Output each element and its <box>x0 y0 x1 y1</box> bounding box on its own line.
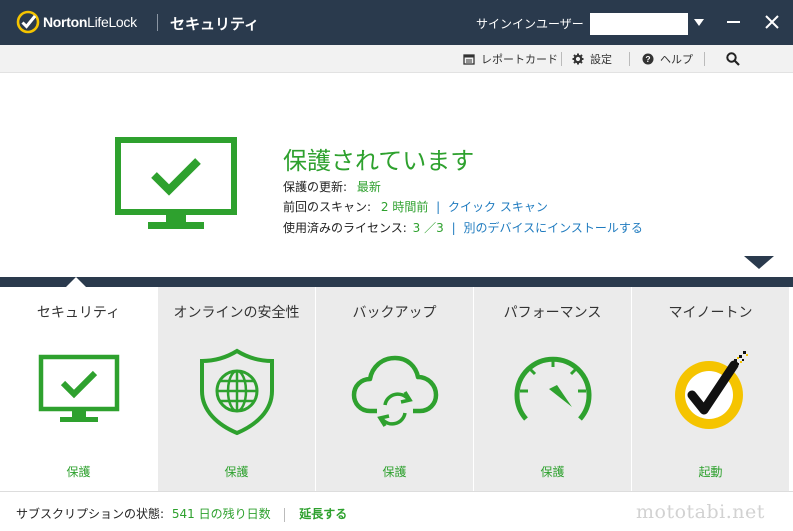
toolbar-divider <box>629 52 630 66</box>
expand-down-icon[interactable] <box>744 256 774 269</box>
subscription-label: サブスクリプションの状態: <box>16 507 165 521</box>
minimize-icon[interactable] <box>727 21 740 23</box>
footer-divider <box>284 507 286 522</box>
tile-status: 保護 <box>224 465 249 479</box>
svg-text:?: ? <box>645 54 650 64</box>
tile-backup[interactable]: バックアップ 保護 <box>315 287 473 491</box>
scan-value: 2 時間前 <box>380 200 429 214</box>
toolbar-divider <box>561 52 562 66</box>
tile-performance[interactable]: パフォーマンス 保護 <box>473 287 631 491</box>
quick-scan-link[interactable]: クイック スキャン <box>448 200 548 214</box>
settings-button[interactable]: 設定 <box>572 51 612 67</box>
separator: | <box>451 221 456 235</box>
norton-check-icon <box>16 10 40 34</box>
scan-label: 前回のスキャン: <box>283 200 372 214</box>
help-label: ヘルプ <box>660 53 693 66</box>
scan-status-line: 前回のスキャン: 2 時間前 | クイック スキャン <box>283 198 548 215</box>
license-status-line: 使用済みのライセンス: 3 ／3 | 別のデバイスにインストールする <box>283 219 643 236</box>
section-divider-strip <box>0 277 793 287</box>
days-remaining: 541 日の残り日数 <box>171 507 271 521</box>
signin-label: サインインユーザー <box>476 17 584 31</box>
monitor-check-icon <box>115 137 237 229</box>
cloud-sync-icon <box>351 355 438 427</box>
brand-light: LifeLock <box>87 14 137 30</box>
tile-status: 保護 <box>540 465 565 479</box>
status-title: 保護されています <box>283 147 475 175</box>
app-title: セキュリティ <box>170 15 260 33</box>
settings-label: 設定 <box>590 53 612 66</box>
speedometer-icon <box>514 356 591 421</box>
watermark: mototabi.net <box>636 501 765 523</box>
update-value: 最新 <box>356 180 381 194</box>
chevron-down-icon[interactable] <box>692 15 706 29</box>
brand-bold: Norton <box>43 14 88 30</box>
protection-status-panel: 保護されています 保護の更新: 最新 前回のスキャン: 2 時間前 | クイック… <box>0 73 793 277</box>
monitor-check-icon <box>38 354 119 422</box>
toolbar: レポートカード 設定 ? ヘルプ <box>0 45 793 73</box>
subscription-footer: サブスクリプションの状態: 541 日の残り日数 延長する mototabi.n… <box>0 491 793 531</box>
tile-status: 起動 <box>698 465 723 479</box>
tile-online-safety[interactable]: オンラインの安全性 保護 <box>157 287 315 491</box>
title-divider <box>157 14 158 31</box>
renew-link[interactable]: 延長する <box>299 507 347 521</box>
separator: | <box>436 200 441 214</box>
tile-status: 保護 <box>66 465 91 479</box>
shield-globe-icon <box>199 348 274 436</box>
tile-title: セキュリティ <box>36 305 121 321</box>
help-icon: ? <box>642 53 654 65</box>
tile-my-norton[interactable]: マイノートン 起動 <box>631 287 789 491</box>
norton-logo: NortonLifeLock <box>16 10 137 34</box>
help-button[interactable]: ? ヘルプ <box>642 51 693 67</box>
tile-title: マイノートン <box>668 305 753 321</box>
license-value: 3 ／3 <box>412 221 444 235</box>
feature-tiles: セキュリティ 保護 オンラインの安全性 保護 バックアップ 保護 パフォーマンス… <box>0 287 793 491</box>
calendar-icon <box>463 54 475 65</box>
gear-icon <box>572 53 584 65</box>
brand-name: NortonLifeLock <box>43 14 137 30</box>
search-icon[interactable] <box>726 52 740 66</box>
report-card-button[interactable]: レポートカード <box>463 51 558 67</box>
update-label: 保護の更新: <box>283 180 348 194</box>
title-bar: NortonLifeLock セキュリティ サインインユーザー <box>0 0 793 45</box>
close-icon[interactable] <box>764 14 780 30</box>
tile-title: パフォーマンス <box>503 305 602 321</box>
tile-title: バックアップ <box>352 305 437 321</box>
tile-title: オンラインの安全性 <box>173 305 300 321</box>
toolbar-divider <box>704 52 705 66</box>
subscription-status: サブスクリプションの状態: 541 日の残り日数 延長する <box>16 505 347 522</box>
norton-seal-icon <box>674 351 748 429</box>
update-status-line: 保護の更新: 最新 <box>283 178 381 195</box>
tile-security[interactable]: セキュリティ 保護 <box>0 287 157 491</box>
report-card-label: レポートカード <box>481 53 558 66</box>
install-other-device-link[interactable]: 別のデバイスにインストールする <box>463 221 642 235</box>
user-name-field[interactable] <box>590 13 688 35</box>
license-label: 使用済みのライセンス: <box>283 221 407 235</box>
tile-status: 保護 <box>382 465 407 479</box>
